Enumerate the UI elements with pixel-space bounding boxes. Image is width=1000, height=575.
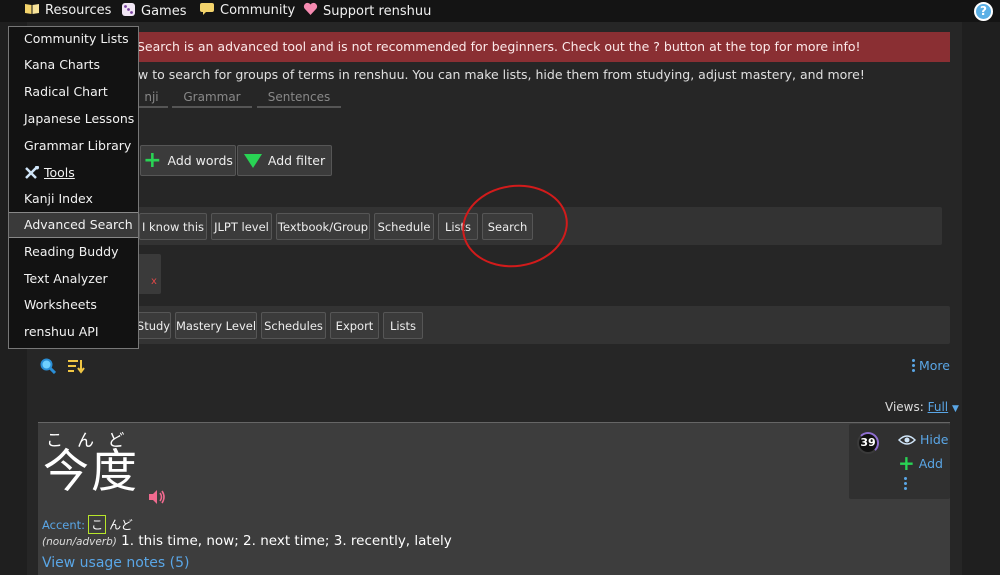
menu-item-advanced-search[interactable]: Advanced Search	[9, 212, 138, 238]
word-kanji: 今度	[43, 444, 139, 498]
hide-button[interactable]: Hide	[898, 432, 949, 447]
book-icon	[24, 2, 40, 19]
add-label: Add	[918, 455, 943, 471]
filter-schedule[interactable]: Schedule	[374, 213, 434, 240]
accent-high-mora: こ	[88, 515, 107, 534]
menu-item-kana-charts[interactable]: Kana Charts	[9, 53, 138, 79]
pitch-accent: Accent: こ んど	[42, 515, 133, 534]
dice-icon	[121, 2, 136, 21]
nav-support[interactable]: Support renshuu	[303, 2, 431, 20]
menu-item-text-analyzer[interactable]: Text Analyzer	[9, 267, 138, 293]
menu-item-tools[interactable]: Tools	[9, 160, 138, 186]
bulk-export[interactable]: Export	[330, 312, 379, 339]
add-words-button[interactable]: + Add words	[140, 145, 236, 176]
part-of-speech: (noun/adverb)	[42, 536, 117, 548]
nav-community[interactable]: Community	[199, 2, 295, 19]
accent-label: Accent:	[42, 517, 86, 532]
bulk-lists[interactable]: Lists	[383, 312, 423, 339]
heart-icon	[303, 2, 318, 20]
add-words-label: Add words	[167, 153, 233, 168]
funnel-icon	[243, 153, 262, 168]
tab-grammar[interactable]: Grammar	[172, 90, 252, 108]
search-icon[interactable]	[40, 358, 56, 374]
menu-item-grammar-library[interactable]: Grammar Library	[9, 134, 138, 160]
menu-item-japanese-lessons[interactable]: Japanese Lessons	[9, 107, 138, 133]
add-to-list-button[interactable]: + Add	[898, 453, 943, 473]
views-selector[interactable]: Views: Full ▼	[885, 400, 959, 414]
more-button[interactable]: More	[912, 358, 950, 373]
help-button[interactable]: ?	[974, 2, 993, 21]
nav-community-label: Community	[220, 3, 296, 18]
nav-support-label: Support renshuu	[323, 3, 432, 19]
usage-notes-link[interactable]: View usage notes (5)	[42, 555, 190, 571]
menu-item-worksheets[interactable]: Worksheets	[9, 293, 138, 319]
views-label: Views:	[885, 400, 924, 414]
views-value: Full	[927, 400, 949, 414]
filter-i-know-this[interactable]: I know this	[139, 213, 207, 240]
resources-dropdown: Community Lists Kana Charts Radical Char…	[8, 26, 139, 349]
tab-sentences[interactable]: Sentences	[257, 90, 341, 108]
menu-item-community-lists[interactable]: Community Lists	[9, 27, 138, 53]
menu-item-kanji-index[interactable]: Kanji Index	[9, 187, 138, 213]
vertical-dots-icon	[912, 359, 915, 372]
word-definitions: (noun/adverb) 1. this time, now; 2. next…	[42, 533, 452, 549]
tools-icon	[25, 166, 39, 179]
more-label: More	[919, 358, 950, 373]
word-card	[38, 422, 950, 575]
remove-filter-icon[interactable]: x	[151, 276, 157, 287]
menu-item-radical-chart[interactable]: Radical Chart	[9, 80, 138, 106]
eye-icon	[898, 434, 916, 445]
warning-banner: Search is an advanced tool and is not re…	[135, 32, 950, 62]
filter-jlpt-level[interactable]: JLPT level	[211, 213, 272, 240]
accent-rest: んど	[109, 518, 133, 532]
plus-icon: +	[898, 451, 915, 475]
tab-kanji[interactable]: nji	[135, 90, 168, 108]
nav-games-label: Games	[141, 4, 187, 19]
sort-icon[interactable]	[67, 358, 85, 374]
word-more-icon[interactable]	[904, 477, 907, 490]
hide-label: Hide	[920, 432, 949, 447]
add-filter-label: Add filter	[267, 153, 326, 168]
nav-resources[interactable]: Resources	[24, 2, 111, 19]
bulk-study[interactable]: Study	[136, 312, 171, 339]
top-nav: Resources Games Community Support renshu…	[0, 0, 1000, 22]
add-filter-button[interactable]: Add filter	[237, 145, 332, 176]
speaker-icon[interactable]	[147, 489, 167, 505]
plus-icon: +	[143, 147, 162, 173]
menu-item-renshuu-api[interactable]: renshuu API	[9, 320, 138, 346]
chat-icon	[199, 2, 215, 19]
bulk-mastery-level[interactable]: Mastery Level	[175, 312, 257, 339]
menu-item-reading-buddy[interactable]: Reading Buddy	[9, 240, 138, 266]
caret-down-icon: ▼	[951, 404, 959, 414]
menu-item-tools-label: Tools	[44, 165, 75, 180]
mastery-badge[interactable]: 39	[857, 432, 879, 454]
bulk-schedules[interactable]: Schedules	[261, 312, 326, 339]
nav-resources-label: Resources	[45, 3, 112, 18]
nav-games[interactable]: Games	[121, 2, 186, 21]
definition-text: 1. this time, now; 2. next time; 3. rece…	[121, 533, 452, 549]
intro-text: w to search for groups of terms in rensh…	[138, 67, 865, 82]
filter-textbook-group[interactable]: Textbook/Group	[276, 213, 370, 240]
